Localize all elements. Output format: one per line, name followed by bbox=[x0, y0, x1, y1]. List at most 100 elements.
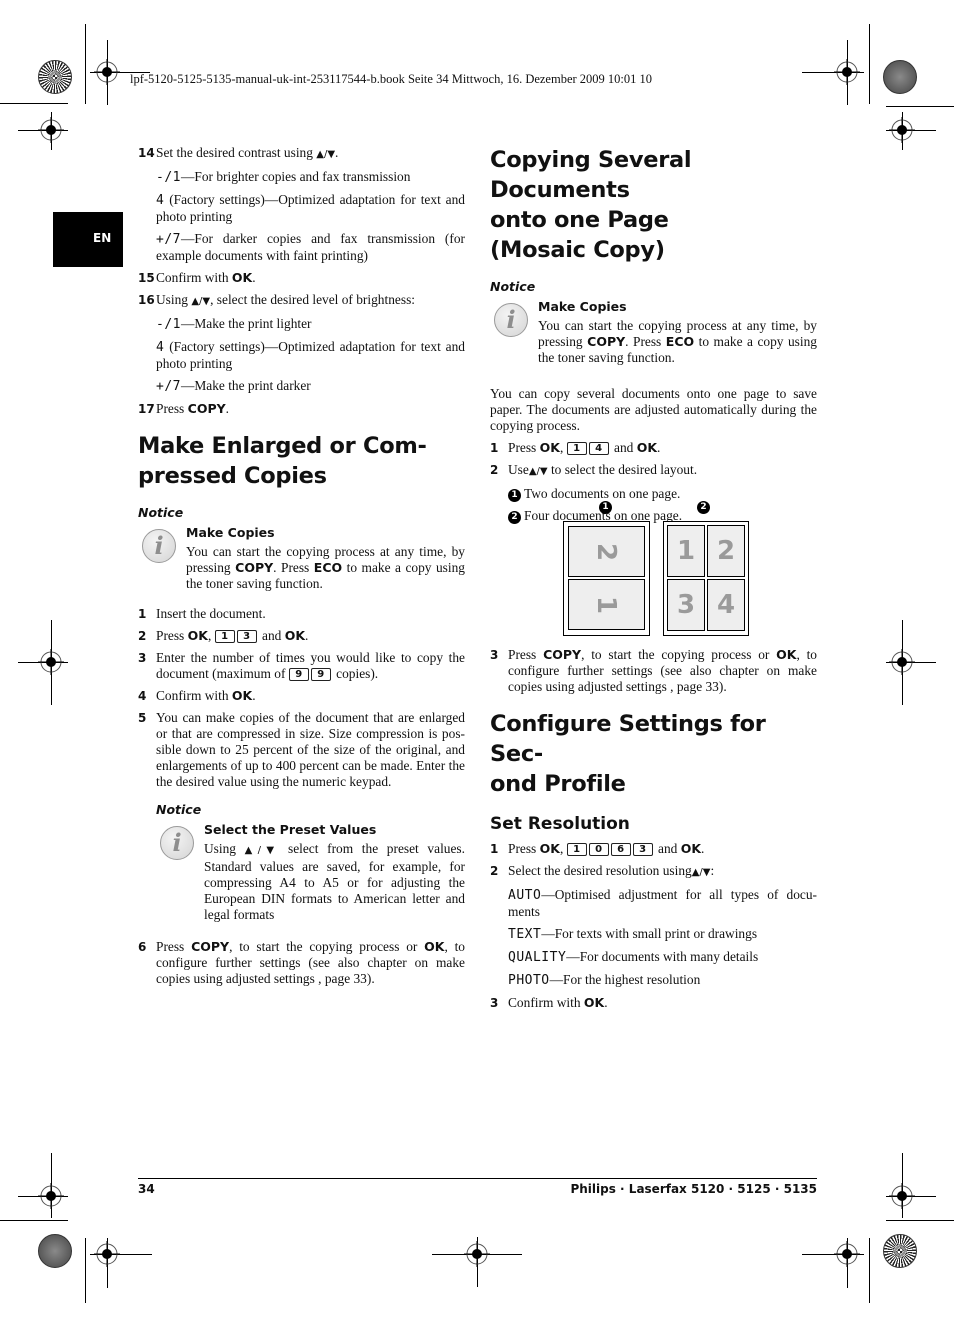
two-up-sheet: 2 1 bbox=[563, 521, 650, 636]
keypad-key: 9 bbox=[310, 668, 331, 681]
notice-body: Using ▲/▼ select from the preset values.… bbox=[204, 841, 465, 922]
up-down-arrow-icon: ▲/▼ bbox=[528, 466, 548, 477]
contrast-option: -/1—For brighter copies and fax transmis… bbox=[156, 169, 411, 185]
page-cell: 1 bbox=[667, 525, 705, 577]
keypad-key: 0 bbox=[588, 843, 609, 856]
footer-product-title: Philips · Laserfax 5120 · 5125 · 5135 bbox=[570, 1182, 817, 1196]
notice-body: You can start the copying process at any… bbox=[186, 544, 465, 591]
section-heading: Make Enlarged or Com- pressed Copies bbox=[138, 433, 427, 489]
step-2: 2 Use▲/▼ to select the desired layout. bbox=[490, 462, 698, 477]
registration-mark-icon bbox=[38, 1183, 64, 1209]
section-heading: Configure Settings for Sec- ond Profile bbox=[490, 711, 766, 797]
section-heading: Copying Several Documents onto one Page … bbox=[490, 147, 692, 263]
crop-line bbox=[886, 106, 954, 107]
page-cell: 1 bbox=[568, 579, 645, 630]
registration-mark-icon bbox=[464, 1241, 490, 1267]
step-5: 5 You can make copies of the document th… bbox=[138, 710, 465, 789]
language-tab-label: EN bbox=[93, 231, 112, 245]
step-6: 6 Press COPY, to start the copying proce… bbox=[138, 939, 465, 986]
step-2: 2 Select the desired resolution using▲/▼… bbox=[490, 863, 715, 878]
crop-line bbox=[85, 24, 86, 104]
color-rosette-icon bbox=[883, 60, 917, 94]
step-2: 2 Press OK, 13 and OK. bbox=[138, 628, 309, 643]
figure-marker-2: 2 bbox=[697, 501, 710, 514]
notice-label: Notice bbox=[156, 802, 202, 817]
keypad-key: 1 bbox=[566, 442, 587, 455]
notice-title: Make Copies bbox=[186, 525, 275, 540]
brightness-option: +/7—Make the print darker bbox=[156, 378, 311, 394]
info-icon: i bbox=[160, 826, 194, 860]
notice-title: Select the Preset Values bbox=[204, 822, 377, 837]
brightness-option: -/1—Make the print lighter bbox=[156, 316, 312, 332]
contrast-option: 4 (Factory settings)—Optimized adaptatio… bbox=[156, 192, 465, 224]
step-16: 16 Using ▲/▼, select the desired level o… bbox=[138, 292, 415, 307]
figure-marker-1: 1 bbox=[599, 501, 612, 514]
registration-mark-icon bbox=[889, 117, 915, 143]
step-3: 3 Enter the number of times you would li… bbox=[138, 650, 465, 681]
notice-title: Make Copies bbox=[538, 299, 627, 314]
marker-2-icon: 2 bbox=[508, 511, 521, 524]
registration-mark-icon bbox=[94, 1241, 120, 1267]
notice-box: i Make Copies You can start the copying … bbox=[490, 299, 817, 366]
notice-label: Notice bbox=[490, 279, 536, 294]
registration-mark-icon bbox=[834, 1241, 860, 1267]
resolution-option: QUALITY—For documents with many details bbox=[508, 949, 759, 965]
marker-1-icon: 1 bbox=[508, 489, 521, 502]
registration-mark-icon bbox=[834, 59, 860, 85]
notice-box: i Make Copies You can start the copying … bbox=[138, 525, 465, 592]
keypad-key: 3 bbox=[632, 843, 653, 856]
step-1: 1 Insert the document. bbox=[138, 606, 266, 621]
up-down-arrow-icon: ▲/▼ bbox=[244, 845, 280, 856]
footer-rule bbox=[138, 1178, 817, 1179]
page-cell: 2 bbox=[568, 526, 645, 577]
registration-mark-icon bbox=[94, 59, 120, 85]
step-3: 3 Confirm with OK. bbox=[490, 995, 608, 1010]
right-column: Copying Several Documents onto one Page … bbox=[490, 145, 817, 530]
keypad-key: 1 bbox=[566, 843, 587, 856]
up-down-arrow-icon: ▲/▼ bbox=[691, 867, 711, 878]
right-column-lower: 3 Press COPY, to start the copying proce… bbox=[490, 647, 817, 1017]
up-down-arrow-icon: ▲/▼ bbox=[316, 149, 336, 160]
step-17: 17 Press COPY. bbox=[138, 401, 230, 416]
resolution-option: PHOTO—For the highest resolution bbox=[508, 972, 701, 988]
four-up-sheet: 1 2 3 4 bbox=[663, 521, 749, 636]
page-cell: 4 bbox=[707, 579, 745, 631]
keypad-key: 9 bbox=[288, 668, 309, 681]
registration-mark-icon bbox=[38, 649, 64, 675]
notice-label: Notice bbox=[138, 505, 184, 520]
color-rosette-icon bbox=[883, 1234, 917, 1268]
step-1: 1 Press OK, 1063 and OK. bbox=[490, 841, 705, 856]
step-4: 4 Confirm with OK. bbox=[138, 688, 256, 703]
page-cell: 3 bbox=[667, 579, 705, 631]
mosaic-layout-figure: 1 2 2 1 1 2 3 4 bbox=[563, 498, 753, 638]
notice-body: You can start the copying process at any… bbox=[538, 318, 817, 365]
keypad-key: 3 bbox=[236, 630, 257, 643]
step-1: 1 Press OK, 14 and OK. bbox=[490, 440, 661, 455]
intro-paragraph: You can copy several documents onto one … bbox=[490, 386, 817, 433]
crop-line bbox=[0, 103, 68, 104]
step-14: 14 Set the desired contrast using ▲/▼. bbox=[138, 145, 339, 160]
crop-line bbox=[886, 1220, 954, 1221]
page-number: 34 bbox=[138, 1182, 155, 1196]
keypad-key: 6 bbox=[610, 843, 631, 856]
registration-mark-icon bbox=[889, 649, 915, 675]
page-cell: 2 bbox=[707, 525, 745, 577]
registration-mark-icon bbox=[889, 1183, 915, 1209]
language-tab: EN bbox=[53, 212, 123, 267]
crop-line bbox=[0, 1220, 68, 1221]
color-rosette-icon bbox=[38, 1234, 72, 1268]
info-icon: i bbox=[494, 303, 528, 337]
keypad-key: 1 bbox=[214, 630, 235, 643]
up-down-arrow-icon: ▲/▼ bbox=[191, 296, 211, 307]
color-rosette-icon bbox=[38, 60, 72, 94]
step-15: 15 Confirm with OK. bbox=[138, 270, 256, 285]
info-icon: i bbox=[142, 529, 176, 563]
crop-line bbox=[85, 1238, 86, 1303]
contrast-option: +/7—For darker copies and fax transmissi… bbox=[156, 231, 465, 263]
crop-line bbox=[869, 1238, 870, 1303]
keypad-key: 4 bbox=[588, 442, 609, 455]
brightness-option: 4 (Factory settings)—Optimized adaptatio… bbox=[156, 339, 465, 371]
subsection-heading: Set Resolution bbox=[490, 814, 630, 834]
step-3: 3 Press COPY, to start the copying proce… bbox=[490, 647, 817, 694]
notice-box: i Select the Preset Values Using ▲/▼ sel… bbox=[156, 822, 465, 923]
